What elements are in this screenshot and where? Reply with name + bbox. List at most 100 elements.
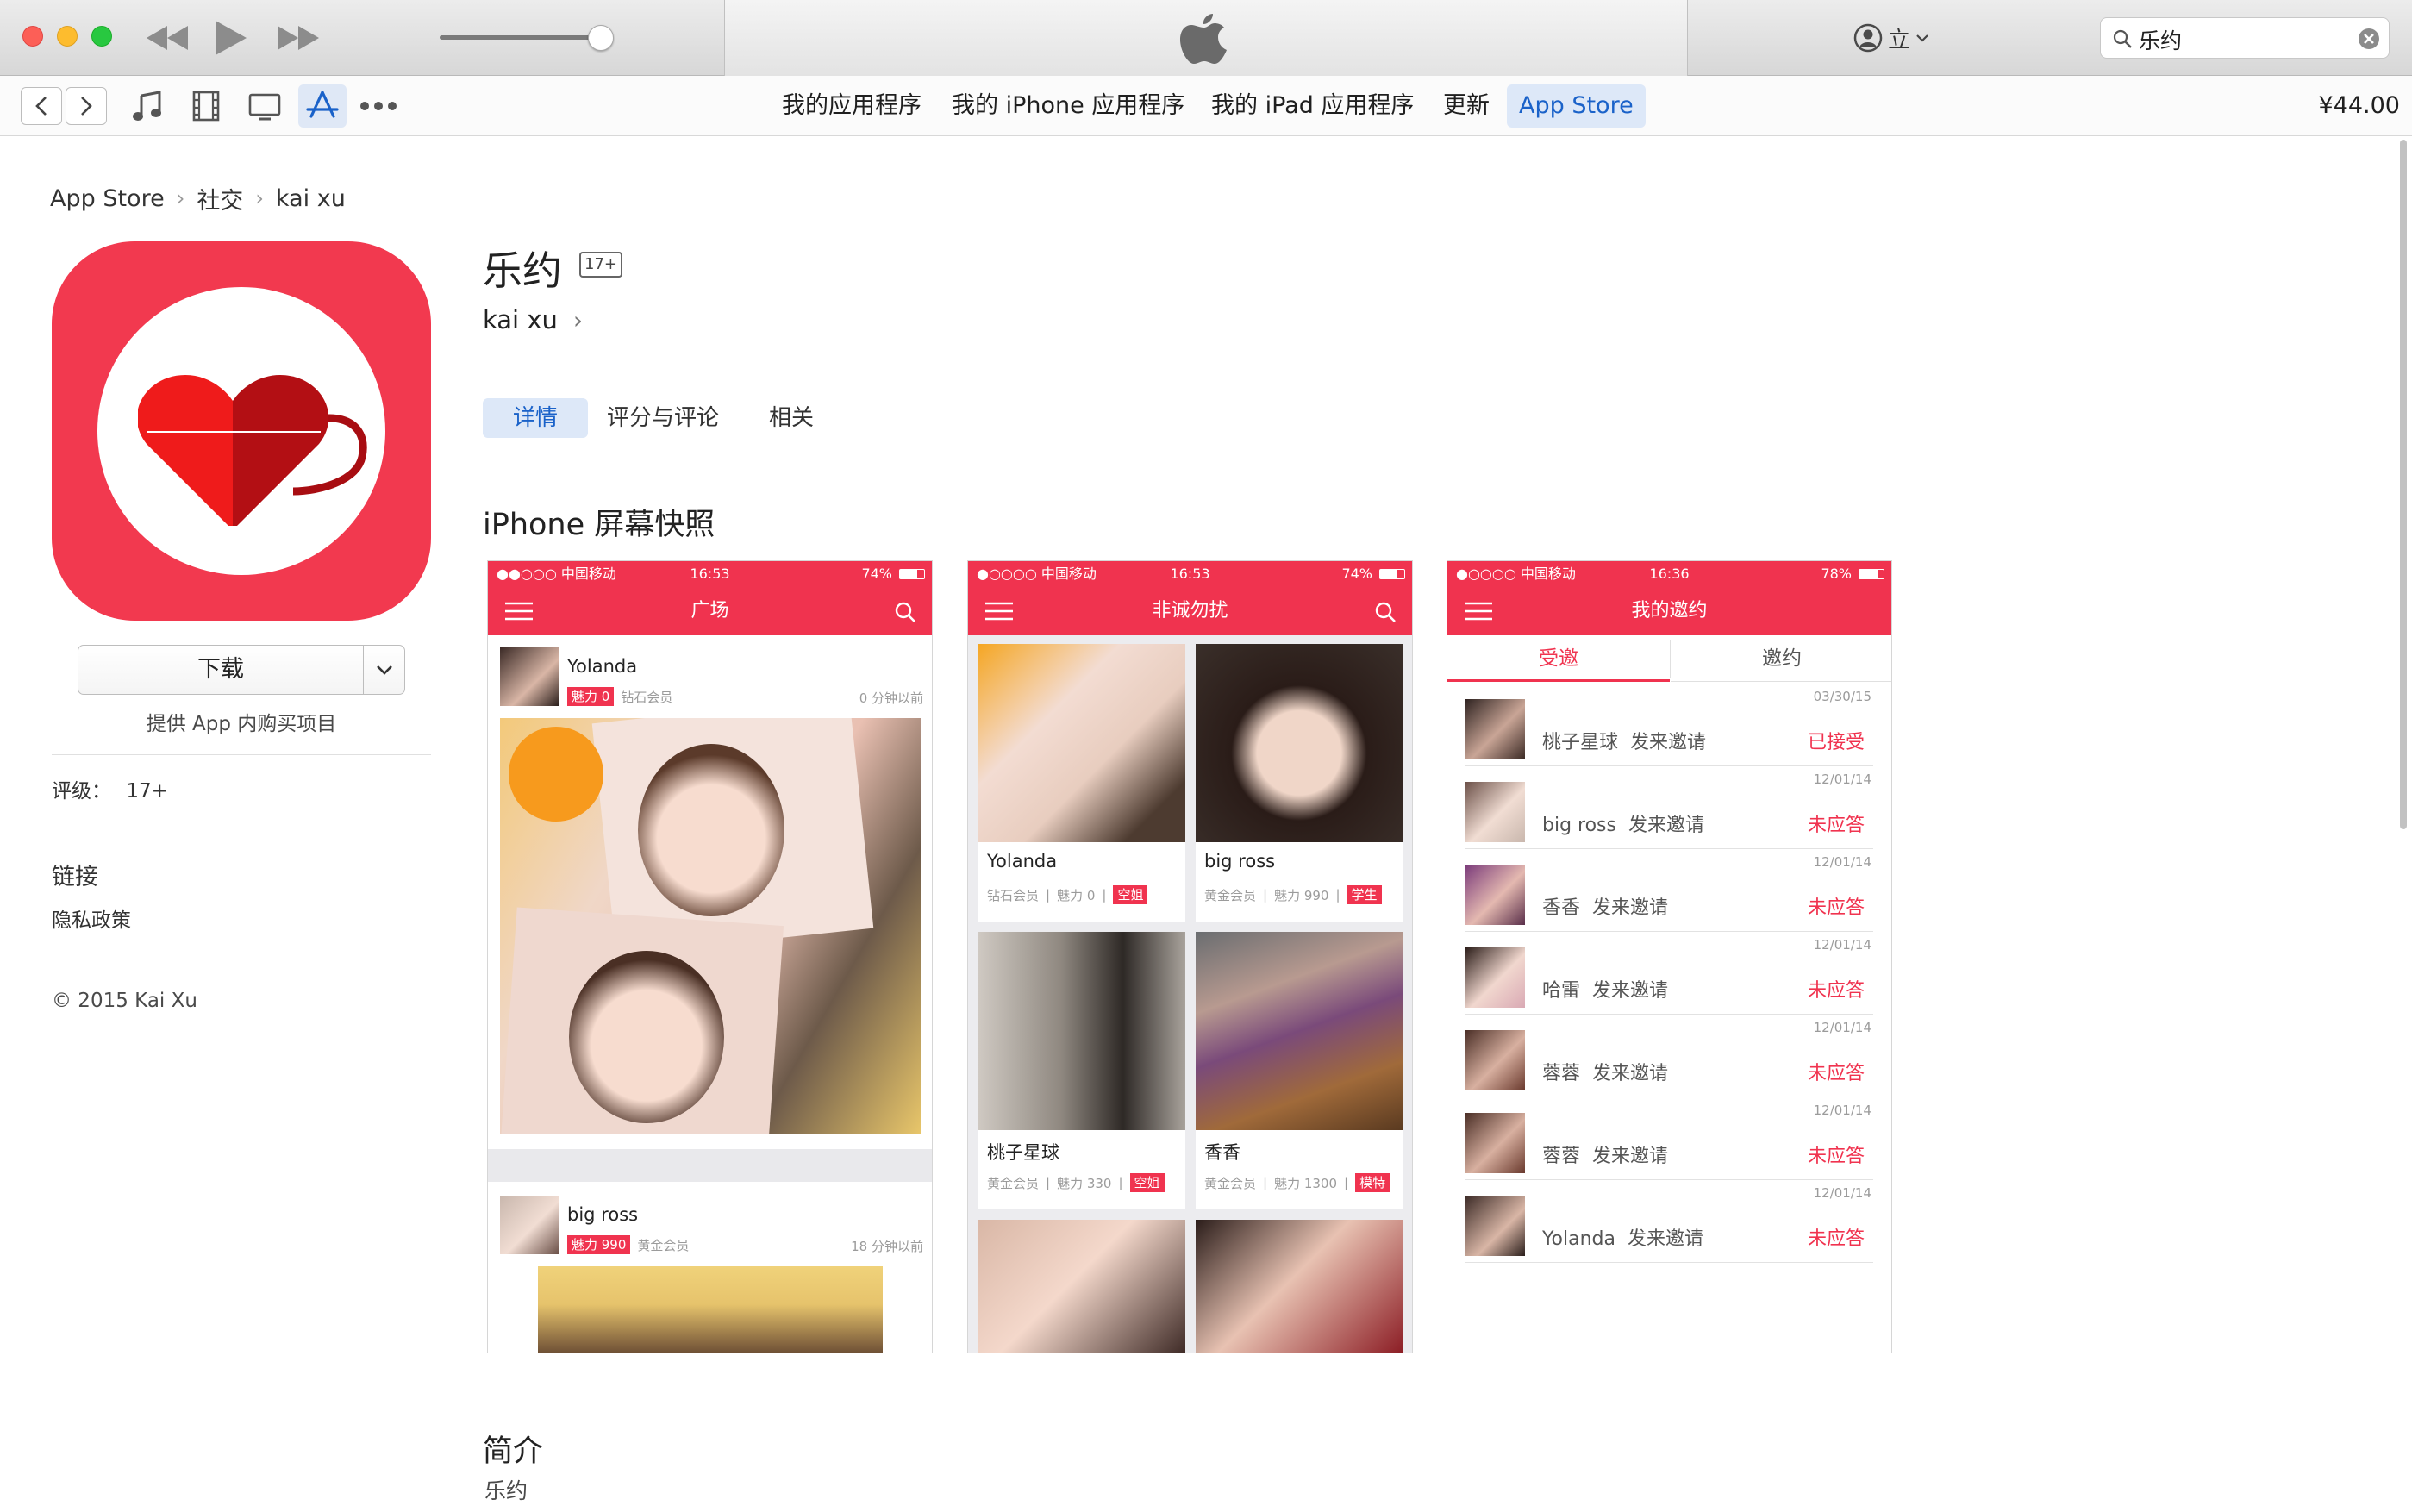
fast-forward-icon[interactable] bbox=[276, 24, 321, 52]
more-dots-icon bbox=[360, 102, 397, 110]
tab-my-ipad-apps[interactable]: 我的 iPad 应用程序 bbox=[1199, 84, 1426, 128]
screenshot-plaza[interactable]: ●●○○○ 中国移动 16:53 74% 广场 Yolanda 魅力 0 钻石会… bbox=[487, 560, 933, 1353]
account-menu[interactable]: 立 bbox=[1853, 22, 1929, 53]
member-level: 钻石会员 bbox=[621, 689, 673, 705]
profile-card[interactable]: 香香 黄金会员 | 魅力 1300 | 模特 bbox=[1196, 932, 1403, 1209]
tv-icon bbox=[248, 93, 281, 121]
avatar bbox=[1465, 1030, 1525, 1090]
breadcrumb-developer[interactable]: kai xu bbox=[276, 185, 346, 212]
member-level: 黄金会员 bbox=[637, 1237, 690, 1253]
developer-link[interactable]: kai xu › bbox=[483, 305, 583, 334]
account-name: 立 bbox=[1888, 27, 1911, 53]
invitation-text: Yolanda 发来邀请 bbox=[1542, 1223, 1703, 1251]
invitation-row[interactable]: 12/01/14 香香 发来邀请 未应答 bbox=[1465, 849, 1873, 932]
clear-search-icon[interactable] bbox=[2358, 28, 2380, 50]
intro-text: 乐约 bbox=[484, 1478, 528, 1503]
inviter-name: 哈雷 bbox=[1542, 980, 1581, 1002]
apps-library-button[interactable] bbox=[298, 84, 347, 128]
status-bar: ●○○○○ 中国移动 16:36 78% bbox=[1447, 561, 1891, 587]
profile-photo bbox=[978, 644, 1185, 842]
breadcrumb: App Store › 社交 › kai xu bbox=[50, 181, 346, 216]
volume-slider[interactable] bbox=[440, 35, 603, 40]
screenshots-heading: iPhone 屏幕快照 bbox=[483, 508, 715, 542]
tab-ratings-reviews[interactable]: 评分与评论 bbox=[607, 398, 719, 438]
play-icon[interactable] bbox=[212, 19, 248, 57]
inviter-name: big ross bbox=[1542, 815, 1616, 836]
screenshot-invitations[interactable]: ●○○○○ 中国移动 16:36 78% 我的邀约 受邀 邀约 03/30/15… bbox=[1447, 560, 1892, 1353]
close-window-button[interactable] bbox=[22, 26, 43, 47]
invitation-date: 12/01/14 bbox=[1813, 854, 1871, 870]
breadcrumb-category[interactable]: 社交 bbox=[197, 182, 243, 216]
post-meta: 魅力 0 钻石会员 bbox=[567, 687, 672, 706]
profile-card[interactable]: Yolanda 钻石会员 | 魅力 0 | 空姐 bbox=[978, 644, 1185, 922]
copyright: © 2015 Kai Xu bbox=[52, 990, 197, 1012]
occupation-badge: 空姐 bbox=[1129, 1173, 1165, 1192]
member-level: 黄金会员 bbox=[1204, 887, 1257, 903]
tv-library-button[interactable] bbox=[243, 84, 286, 128]
zoom-window-button[interactable] bbox=[91, 26, 112, 47]
search-input[interactable]: 乐约 bbox=[2139, 24, 2182, 55]
post-time: 18 分钟以前 bbox=[851, 1239, 923, 1254]
tab-related[interactable]: 相关 bbox=[769, 398, 814, 438]
tab-updates[interactable]: 更新 bbox=[1431, 84, 1502, 128]
profile-name: 桃子星球 bbox=[987, 1142, 1059, 1163]
movies-library-button[interactable] bbox=[184, 84, 228, 128]
invitation-action: 发来邀请 bbox=[1627, 1228, 1703, 1250]
invitation-status: 已接受 bbox=[1807, 732, 1865, 753]
invitation-text: 哈雷 发来邀请 bbox=[1542, 975, 1668, 1003]
profile-card[interactable]: big ross 黄金会员 | 魅力 990 | 学生 bbox=[1196, 644, 1403, 922]
tab-my-apps[interactable]: 我的应用程序 bbox=[770, 84, 934, 128]
search-field[interactable]: 乐约 bbox=[2100, 17, 2390, 59]
invitation-action: 发来邀请 bbox=[1628, 815, 1704, 836]
page-scrollbar[interactable] bbox=[2400, 140, 2407, 829]
profile-photo bbox=[978, 932, 1185, 1130]
invitation-row[interactable]: 12/01/14 Yolanda 发来邀请 未应答 bbox=[1465, 1180, 1873, 1263]
invitation-row[interactable]: 12/01/14 big ross 发来邀请 未应答 bbox=[1465, 766, 1873, 849]
invitation-action: 发来邀请 bbox=[1592, 1146, 1669, 1167]
tab-sent[interactable]: 邀约 bbox=[1671, 635, 1891, 682]
tab-app-store[interactable]: App Store bbox=[1507, 84, 1646, 128]
profile-name: big ross bbox=[1204, 851, 1276, 872]
invitation-date: 03/30/15 bbox=[1813, 689, 1871, 704]
invitation-row[interactable]: 12/01/14 哈雷 发来邀请 未应答 bbox=[1465, 932, 1873, 1015]
sun-sticker-icon bbox=[509, 727, 603, 822]
charm-value: 魅力 1300 bbox=[1274, 1175, 1338, 1191]
breadcrumb-separator-icon: › bbox=[176, 186, 185, 210]
invitation-status: 未应答 bbox=[1807, 980, 1865, 1002]
tab-my-iphone-apps[interactable]: 我的 iPhone 应用程序 bbox=[940, 84, 1197, 128]
chevron-left-icon bbox=[35, 97, 47, 116]
forward-button[interactable] bbox=[66, 87, 107, 125]
screen-title: 广场 bbox=[690, 600, 729, 622]
music-library-button[interactable] bbox=[126, 84, 169, 128]
face bbox=[569, 951, 724, 1123]
invitation-date: 12/01/14 bbox=[1813, 1103, 1871, 1118]
download-button[interactable]: 下载 bbox=[78, 646, 363, 694]
tab-details[interactable]: 详情 bbox=[483, 398, 588, 438]
screenshot-match[interactable]: ●○○○○ 中国移动 16:53 74% 非诚勿扰 Yolanda 钻石会员 | … bbox=[967, 560, 1413, 1353]
more-button[interactable] bbox=[357, 84, 400, 128]
minimize-window-button[interactable] bbox=[57, 26, 78, 47]
avatar bbox=[1465, 947, 1525, 1008]
volume-knob[interactable] bbox=[588, 25, 614, 51]
download-options-button[interactable] bbox=[364, 646, 405, 694]
tab-received[interactable]: 受邀 bbox=[1447, 635, 1670, 682]
chevron-down-icon bbox=[1916, 34, 1928, 42]
invitation-row[interactable]: 12/01/14 蓉蓉 发来邀请 未应答 bbox=[1465, 1015, 1873, 1097]
rewind-icon[interactable] bbox=[145, 24, 190, 52]
profile-card[interactable]: 桃子星球 黄金会员 | 魅力 330 | 空姐 bbox=[978, 932, 1185, 1209]
charm-value: 魅力 330 bbox=[1057, 1175, 1112, 1191]
profile-meta: 黄金会员 | 魅力 1300 | 模特 bbox=[1204, 1173, 1403, 1192]
rating-label: 评级： bbox=[52, 780, 111, 803]
feed-separator bbox=[488, 1149, 932, 1182]
invitation-row[interactable]: 03/30/15 桃子星球 发来邀请 已接受 bbox=[1465, 684, 1873, 766]
privacy-policy-link[interactable]: 隐私政策 bbox=[52, 903, 131, 933]
charm-value: 魅力 0 bbox=[1057, 887, 1096, 903]
invitation-date: 12/01/14 bbox=[1813, 1185, 1871, 1201]
breadcrumb-app-store[interactable]: App Store bbox=[50, 185, 165, 212]
avatar bbox=[1465, 1113, 1525, 1173]
post-author: Yolanda bbox=[567, 656, 638, 677]
back-button[interactable] bbox=[21, 87, 62, 125]
battery-label: 74% bbox=[1341, 565, 1372, 582]
invitation-row[interactable]: 12/01/14 蓉蓉 发来邀请 未应答 bbox=[1465, 1097, 1873, 1180]
search-icon bbox=[895, 602, 915, 622]
